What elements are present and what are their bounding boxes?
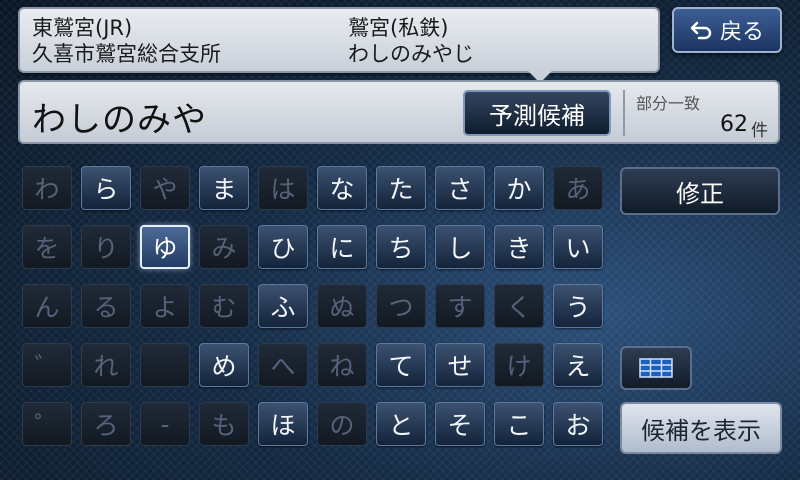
- kana-key[interactable]: ほ: [258, 402, 308, 446]
- predict-candidates-button[interactable]: 予測候補: [463, 90, 611, 136]
- kana-key[interactable]: う: [553, 284, 603, 328]
- kana-key[interactable]: そ: [435, 402, 485, 446]
- suggestion-item[interactable]: 鷲宮(私鉄): [348, 15, 448, 41]
- suggestion-panel: 東鷲宮(JR) 鷲宮(私鉄) 久喜市鷲宮総合支所 わしのみやじ: [18, 7, 660, 83]
- back-button-label: 戻る: [719, 20, 764, 45]
- kana-key[interactable]: か: [494, 166, 544, 210]
- search-input-bar: わしのみや 予測候補 部分一致 62 件: [18, 80, 780, 144]
- show-candidates-button[interactable]: 候補を表示: [620, 402, 782, 454]
- kana-key: [140, 343, 190, 387]
- kana-key[interactable]: ま: [199, 166, 249, 210]
- kana-key: の: [317, 402, 367, 446]
- kana-key[interactable]: な: [317, 166, 367, 210]
- list-toggle-button[interactable]: [620, 346, 692, 390]
- match-count-unit: 件: [751, 121, 768, 141]
- kana-key: ろ: [81, 402, 131, 446]
- kana-key: ね: [317, 343, 367, 387]
- kana-key: つ: [376, 284, 426, 328]
- kana-key[interactable]: し: [435, 225, 485, 269]
- kana-key: ん: [22, 284, 72, 328]
- kana-key: れ: [81, 343, 131, 387]
- back-button[interactable]: 戻る: [672, 7, 782, 53]
- kana-key[interactable]: ゆ: [140, 225, 190, 269]
- correct-button[interactable]: 修正: [620, 167, 780, 215]
- partial-match-label: 部分一致: [636, 94, 701, 113]
- kana-key[interactable]: せ: [435, 343, 485, 387]
- kana-key[interactable]: い: [553, 225, 603, 269]
- kana-key: す: [435, 284, 485, 328]
- kana-key[interactable]: え: [553, 343, 603, 387]
- kana-key[interactable]: お: [553, 402, 603, 446]
- kana-key[interactable]: き: [494, 225, 544, 269]
- search-input-text[interactable]: わしのみや: [32, 92, 207, 141]
- divider: [623, 90, 625, 136]
- kana-key: く: [494, 284, 544, 328]
- kana-key: け: [494, 343, 544, 387]
- kana-key[interactable]: ひ: [258, 225, 308, 269]
- kana-key[interactable]: ふ: [258, 284, 308, 328]
- kana-key: わ: [22, 166, 72, 210]
- kana-key: や: [140, 166, 190, 210]
- kana-key: む: [199, 284, 249, 328]
- kana-key: ぬ: [317, 284, 367, 328]
- suggestion-item[interactable]: 東鷲宮(JR): [32, 15, 132, 41]
- kana-key[interactable]: ら: [81, 166, 131, 210]
- return-arrow-icon: [690, 21, 712, 40]
- match-count: 62: [720, 112, 748, 137]
- kana-key: ゛: [22, 343, 72, 387]
- suggestion-item[interactable]: 久喜市鷲宮総合支所: [32, 41, 221, 67]
- kana-key[interactable]: て: [376, 343, 426, 387]
- kana-key[interactable]: こ: [494, 402, 544, 446]
- list-grid-icon: [639, 358, 673, 378]
- kana-key: り: [81, 225, 131, 269]
- kana-key: を: [22, 225, 72, 269]
- kana-key: あ: [553, 166, 603, 210]
- kana-key: ゜: [22, 402, 72, 446]
- kana-key: へ: [258, 343, 308, 387]
- kana-key: る: [81, 284, 131, 328]
- kana-key: よ: [140, 284, 190, 328]
- kana-key[interactable]: に: [317, 225, 367, 269]
- kana-key[interactable]: た: [376, 166, 426, 210]
- kana-key: も: [199, 402, 249, 446]
- kana-key: -: [140, 402, 190, 446]
- kana-key[interactable]: ち: [376, 225, 426, 269]
- kana-key: み: [199, 225, 249, 269]
- kana-key[interactable]: と: [376, 402, 426, 446]
- kana-key: は: [258, 166, 308, 210]
- kana-key[interactable]: め: [199, 343, 249, 387]
- suggestion-item[interactable]: わしのみやじ: [348, 41, 474, 67]
- kana-key[interactable]: さ: [435, 166, 485, 210]
